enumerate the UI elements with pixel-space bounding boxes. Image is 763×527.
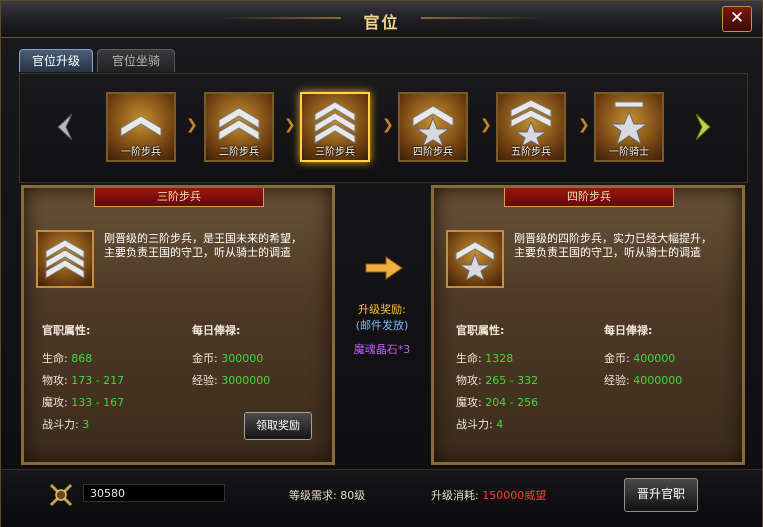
rank-label: 一阶步兵 xyxy=(121,147,161,158)
upgrade-middle: 升级奖励: (邮件发放) 魔魂晶石*3 xyxy=(336,185,428,465)
power-label: 战斗力: xyxy=(42,418,79,431)
hp-row: 生命: 1328 xyxy=(456,350,513,366)
rank-label: 一阶骑士 xyxy=(609,147,649,158)
upgrade-cost: 升级消耗: 150000威望 xyxy=(431,487,546,503)
level-requirement: 等级需求: 80级 xyxy=(289,487,365,503)
attr-heading: 官职属性: xyxy=(42,324,91,337)
rank-star-1-icon xyxy=(455,241,495,281)
tab-rank-upgrade[interactable]: 官位升级 xyxy=(19,49,93,72)
chevron-right-icon: ❯ xyxy=(382,117,394,133)
rank-chevron-3-icon xyxy=(45,239,85,279)
chevron-right-icon: ❯ xyxy=(480,117,492,133)
close-icon: ✕ xyxy=(729,8,745,28)
exp-value: 4000000 xyxy=(633,374,683,387)
rank-label: 四阶步兵 xyxy=(413,147,453,158)
phys-attack-row: 物攻: 173 - 217 xyxy=(42,372,124,388)
next-rank-panel: 四阶步兵 刚晋级的四阶步兵，实力已经大幅提升，主要负责王国的守卫，听从骑士的调遣… xyxy=(431,185,745,465)
level-req-label: 等级需求: xyxy=(289,489,337,502)
rank-chevron-3-icon xyxy=(314,101,356,144)
rank-chevron-2-icon xyxy=(218,107,260,141)
reward-note: (邮件发放) xyxy=(355,319,409,332)
rank-item-infantry-4[interactable]: 四阶步兵 xyxy=(398,92,468,162)
magic-attack-label: 魔攻: xyxy=(456,396,482,409)
salary-heading: 每日俸禄: xyxy=(604,324,653,337)
phys-attack-value: 173 - 217 xyxy=(71,374,125,387)
level-req-value: 80级 xyxy=(340,489,366,502)
rank-item-knight-1[interactable]: 一阶骑士 xyxy=(594,92,664,162)
reward-item: 魔魂晶石*3 xyxy=(353,343,411,356)
claim-reward-button[interactable]: 领取奖励 xyxy=(244,412,312,440)
hp-row: 生命: 868 xyxy=(42,350,92,366)
cost-label: 升级消耗: xyxy=(431,489,479,502)
exp-label: 经验: xyxy=(192,374,218,387)
rank-item-infantry-1[interactable]: 一阶步兵 xyxy=(106,92,176,162)
hp-label: 生命: xyxy=(42,352,68,365)
exp-row: 经验: 4000000 xyxy=(604,372,682,388)
gold-label: 金币: xyxy=(192,352,218,365)
current-rank-description: 刚晋级的三阶步兵，是王国未来的希望，主要负责王国的守卫，听从骑士的调遣 xyxy=(104,232,302,259)
reward-heading: 升级奖励: xyxy=(358,303,406,316)
chevron-right-icon: ❯ xyxy=(284,117,296,133)
scroll-left-arrow-icon[interactable] xyxy=(54,112,74,142)
window-title: 官位 xyxy=(363,13,400,32)
rank-star-1-icon xyxy=(412,105,454,146)
magic-attack-value: 204 - 256 xyxy=(485,396,539,409)
attr-heading: 官职属性: xyxy=(456,324,505,337)
rank-item-infantry-5[interactable]: 五阶步兵 xyxy=(496,92,566,162)
current-rank-title: 三阶步兵 xyxy=(94,188,264,207)
power-label: 战斗力: xyxy=(456,418,493,431)
rank-label: 二阶步兵 xyxy=(219,147,259,158)
rank-label: 三阶步兵 xyxy=(315,147,355,158)
salary-heading: 每日俸禄: xyxy=(192,324,241,337)
rank-item-infantry-2[interactable]: 二阶步兵 xyxy=(204,92,274,162)
tab-rank-mount[interactable]: 官位坐骑 xyxy=(97,49,175,72)
rank-item-infantry-3[interactable]: 三阶步兵 xyxy=(300,92,370,162)
power-value: 4 xyxy=(496,418,504,431)
cost-value: 150000威望 xyxy=(482,489,547,502)
exp-value: 3000000 xyxy=(221,374,271,387)
prestige-value: 30580 xyxy=(83,484,225,502)
next-rank-title: 四阶步兵 xyxy=(504,188,674,207)
phys-attack-label: 物攻: xyxy=(456,374,482,387)
current-rank-panel: 三阶步兵 刚晋级的三阶步兵，是王国未来的希望，主要负责王国的守卫，听从骑士的调遣… xyxy=(21,185,335,465)
chevron-right-icon: ❯ xyxy=(186,117,198,133)
phys-attack-label: 物攻: xyxy=(42,374,68,387)
rank-label: 五阶步兵 xyxy=(511,147,551,158)
rank-chevron-1-icon xyxy=(120,115,162,137)
next-rank-badge xyxy=(446,230,504,288)
gold-row: 金币: 400000 xyxy=(604,350,675,366)
rank-star-2-icon xyxy=(510,99,552,146)
hp-value: 868 xyxy=(71,352,93,365)
next-rank-description: 刚晋级的四阶步兵，实力已经大幅提升，主要负责王国的守卫，听从骑士的调遣 xyxy=(514,232,712,259)
officer-rank-window: 官位 ✕ 官位升级 官位坐骑 一阶步兵 ❯ 二阶步兵 ❯ 三阶步兵 ❯ 四阶步兵… xyxy=(0,0,763,527)
gold-value: 300000 xyxy=(221,352,264,365)
gold-row: 金币: 300000 xyxy=(192,350,263,366)
title-bar: 官位 ✕ xyxy=(1,1,762,38)
gold-label: 金币: xyxy=(604,352,630,365)
rank-strip: 一阶步兵 ❯ 二阶步兵 ❯ 三阶步兵 ❯ 四阶步兵 ❯ 五阶步兵 ❯ 一阶骑士 xyxy=(19,73,748,183)
magic-attack-label: 魔攻: xyxy=(42,396,68,409)
power-row: 战斗力: 3 xyxy=(42,416,89,432)
upgrade-rank-button[interactable]: 晋升官职 xyxy=(624,478,698,512)
footer-bar: 30580 等级需求: 80级 升级消耗: 150000威望 晋升官职 xyxy=(1,469,762,527)
scroll-right-arrow-icon[interactable] xyxy=(694,112,714,142)
magic-attack-row: 魔攻: 133 - 167 xyxy=(42,394,124,410)
arrow-right-icon xyxy=(365,256,403,280)
exp-row: 经验: 3000000 xyxy=(192,372,270,388)
power-row: 战斗力: 4 xyxy=(456,416,503,432)
magic-attack-value: 133 - 167 xyxy=(71,396,125,409)
hp-label: 生命: xyxy=(456,352,482,365)
power-value: 3 xyxy=(82,418,90,431)
chevron-right-icon: ❯ xyxy=(578,117,590,133)
phys-attack-value: 265 - 332 xyxy=(485,374,539,387)
rank-knight-icon xyxy=(609,101,649,146)
magic-attack-row: 魔攻: 204 - 256 xyxy=(456,394,538,410)
hp-value: 1328 xyxy=(485,352,514,365)
phys-attack-row: 物攻: 265 - 332 xyxy=(456,372,538,388)
gold-value: 400000 xyxy=(633,352,676,365)
prestige-crossed-swords-icon xyxy=(49,483,73,507)
current-rank-badge xyxy=(36,230,94,288)
close-button[interactable]: ✕ xyxy=(722,6,752,32)
exp-label: 经验: xyxy=(604,374,630,387)
